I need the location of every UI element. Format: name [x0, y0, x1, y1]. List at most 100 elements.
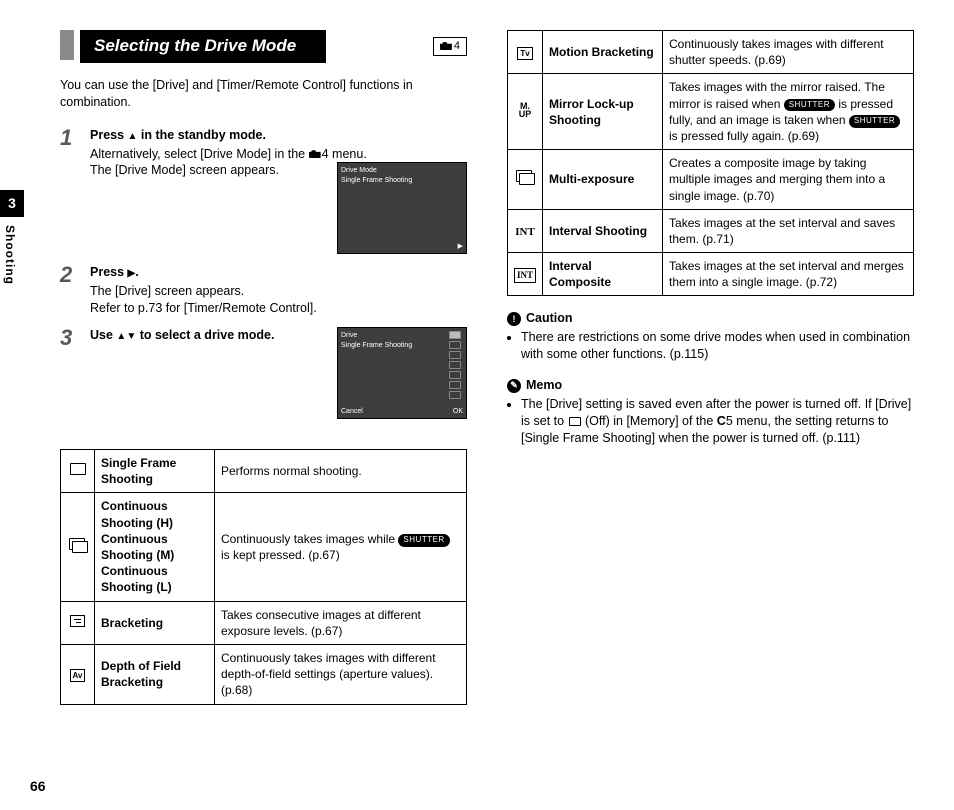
table-row: Av Depth of Field Bracketing Continuousl… [61, 644, 467, 704]
mode-desc-cell: Takes images at the set interval and mer… [663, 253, 914, 296]
text: in the standby mode. [137, 128, 266, 142]
step-number: 2 [60, 264, 82, 317]
mode-name-cell: Multi-exposure [543, 150, 663, 210]
text: Use [90, 328, 116, 342]
table-row: Multi-exposure Creates a composite image… [508, 150, 914, 210]
mirror-lockup-icon: M.UP [519, 102, 532, 118]
screen-title: Drive Mode [341, 166, 463, 175]
off-box-icon [569, 417, 581, 426]
mode-name-cell: Mirror Lock-up Shooting [543, 74, 663, 150]
menu-badge: 4 [433, 37, 467, 56]
text: Continuously takes images while [221, 532, 398, 546]
caution-label: Caution [526, 310, 573, 327]
mode-name-cell: Single Frame Shooting [95, 450, 215, 493]
mode-icon-cell [508, 150, 543, 210]
screen-footer: Cancel OK [341, 407, 463, 416]
text: Alternatively, select [Drive Mode] in th… [90, 147, 309, 161]
text: is pressed fully again. (p.69) [669, 129, 819, 143]
mode-icon-cell: M.UP [508, 74, 543, 150]
mode-name-cell: Depth of Field Bracketing [95, 644, 215, 704]
camera-icon [440, 39, 453, 54]
bracketing-icon [70, 615, 85, 627]
step-sub: The [Drive Mode] screen appears. [90, 162, 327, 179]
screen-ok: OK [453, 407, 463, 416]
step-2: 2 Press . The [Drive] screen appears. Re… [60, 264, 467, 317]
text: (Off) in [Memory] of the [582, 414, 717, 428]
mode-icon-cell: INT [508, 253, 543, 296]
page-number: 66 [30, 777, 46, 796]
up-arrow-icon [128, 128, 138, 142]
mode-icon-cell: INT [508, 209, 543, 252]
down-arrow-icon [126, 328, 136, 342]
mode-name-cell: Bracketing [95, 601, 215, 644]
mode-desc-cell: Creates a composite image by taking mult… [663, 150, 914, 210]
caution-icon: ! [507, 312, 521, 326]
mode-name-cell: Motion Bracketing [543, 31, 663, 74]
mode-icon-cell [61, 450, 95, 493]
step-row: The [Drive Mode] screen appears. Drive M… [90, 162, 467, 254]
mode-name-cell: Continuous Shooting (H) Continuous Shoot… [95, 493, 215, 601]
screen-title: Drive [341, 331, 463, 340]
table-row: Single Frame Shooting Performs normal sh… [61, 450, 467, 493]
step-body: Press in the standby mode. Alternatively… [90, 127, 467, 255]
chapter-name-vertical: Shooting [2, 225, 18, 285]
text: 4 menu. [322, 147, 367, 161]
memo-icon: ✎ [507, 379, 521, 393]
screen-line: Single Frame Shooting [341, 176, 463, 185]
right-column: Tv Motion Bracketing Continuously takes … [487, 30, 924, 800]
mode-desc-cell: Takes consecutive images at different ex… [215, 601, 467, 644]
memo-label: Memo [526, 377, 562, 394]
mode-desc-cell: Continuously takes images while SHUTTER … [215, 493, 467, 601]
lcd-screenshot-drive-mode: Drive Mode Single Frame Shooting ▶ [337, 162, 467, 254]
mode-desc-cell: Performs normal shooting. [215, 450, 467, 493]
title-accent [60, 30, 74, 60]
caution-heading: ! Caution [507, 310, 914, 327]
shutter-icon: SHUTTER [849, 115, 900, 128]
continuous-icon [69, 538, 87, 552]
memo-heading: ✎ Memo [507, 377, 914, 394]
shutter-icon: SHUTTER [398, 534, 449, 547]
table-row: INT Interval Shooting Takes images at th… [508, 209, 914, 252]
camera-icon [309, 147, 322, 161]
shutter-icon: SHUTTER [784, 99, 835, 112]
section-title: Selecting the Drive Mode [80, 30, 326, 63]
step-sub: Alternatively, select [Drive Mode] in th… [90, 146, 467, 163]
screen-footer: ▶ [341, 242, 463, 251]
chapter-number-tab: 3 [0, 190, 24, 217]
mode-icon-cell [61, 601, 95, 644]
mode-desc-cell: Takes images with the mirror raised. The… [663, 74, 914, 150]
interval-icon: INT [515, 226, 535, 238]
table-row: Tv Motion Bracketing Continuously takes … [508, 31, 914, 74]
mode-desc-cell: Continuously takes images with different… [663, 31, 914, 74]
lcd-screenshot-drive: Drive Single Frame Shooting Cancel OK [337, 327, 467, 419]
text: Press [90, 128, 128, 142]
manual-page: 3 Shooting 66 Selecting the Drive Mode 4… [0, 0, 954, 810]
step-heading: Press in the standby mode. [90, 127, 467, 144]
text: Press [90, 265, 128, 279]
step-1: 1 Press in the standby mode. Alternative… [60, 127, 467, 255]
mode-name-cell: Interval Shooting [543, 209, 663, 252]
av-bracketing-icon: Av [70, 669, 86, 682]
list-item: The [Drive] setting is saved even after … [521, 396, 914, 447]
table-row: INT Interval Composite Takes images at t… [508, 253, 914, 296]
table-row: Bracketing Takes consecutive images at d… [61, 601, 467, 644]
table-row: M.UP Mirror Lock-up Shooting Takes image… [508, 74, 914, 150]
left-column: Selecting the Drive Mode 4 You can use t… [0, 30, 487, 800]
screen-line: Single Frame Shooting [341, 341, 463, 350]
text: is kept pressed. (p.67) [221, 548, 340, 562]
caution-list: There are restrictions on some drive mod… [507, 329, 914, 363]
menu-badge-num: 4 [454, 39, 460, 54]
mode-icon-cell: Tv [508, 31, 543, 74]
mode-icon-cell [61, 493, 95, 601]
mode-desc-cell: Takes images at the set interval and sav… [663, 209, 914, 252]
text: to select a drive mode. [136, 328, 274, 342]
step-number: 1 [60, 127, 82, 255]
mode-desc-cell: Continuously takes images with different… [215, 644, 467, 704]
text: . [135, 265, 138, 279]
step-number: 3 [60, 327, 82, 419]
intro-text: You can use the [Drive] and [Timer/Remot… [60, 77, 467, 111]
step-heading: Use to select a drive mode. [90, 327, 327, 344]
step-body: Press . The [Drive] screen appears. Refe… [90, 264, 467, 317]
step-sub: The [Drive] screen appears. [90, 283, 467, 300]
section-title-bar: Selecting the Drive Mode 4 [60, 30, 467, 63]
